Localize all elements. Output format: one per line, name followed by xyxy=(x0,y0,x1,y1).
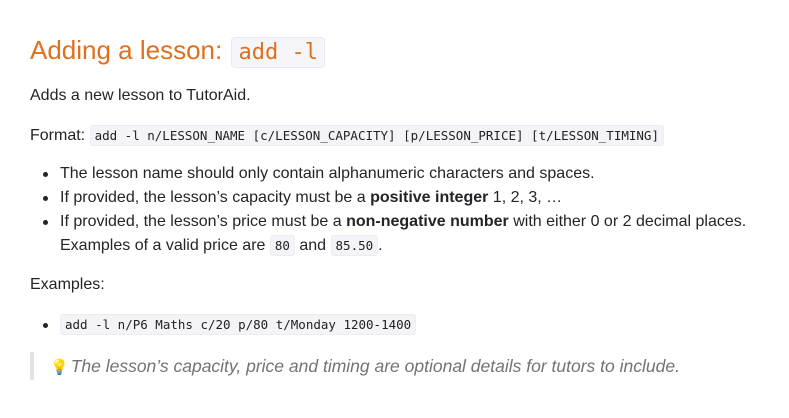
list-item: The lesson name should only contain alph… xyxy=(43,162,746,186)
bold-term: positive integer xyxy=(370,189,489,206)
price-example-code: 80 xyxy=(269,235,295,256)
example-command-code: add -l n/P6 Maths c/20 p/80 t/Monday 120… xyxy=(60,314,417,335)
bullet-dot xyxy=(43,323,48,328)
title-command-code: add -l xyxy=(231,37,325,68)
documentation-page: Adding a lesson: add -l Adds a new lesso… xyxy=(0,0,789,418)
title-text: Adding a lesson: xyxy=(30,35,230,65)
format-syntax-code: add -l n/LESSON_NAME [c/LESSON_CAPACITY]… xyxy=(89,125,664,146)
list-item: If provided, the lesson’s capacity must … xyxy=(43,186,746,210)
list-item: If provided, the lesson’s price must be … xyxy=(43,210,746,258)
price-example-code: 85.50 xyxy=(330,235,379,256)
examples-label: Examples: xyxy=(30,276,105,293)
notes-list: The lesson name should only contain alph… xyxy=(30,162,746,258)
examples-list: add -l n/P6 Maths c/20 p/80 t/Monday 120… xyxy=(30,313,417,337)
page-title: Adding a lesson: add -l xyxy=(30,31,325,72)
bold-term: non-negative number xyxy=(346,213,509,230)
lightbulb-icon: 💡 xyxy=(50,359,69,376)
list-item: add -l n/P6 Maths c/20 p/80 t/Monday 120… xyxy=(43,313,417,337)
format-line: Format: add -l n/LESSON_NAME [c/LESSON_C… xyxy=(30,124,664,148)
bullet-dot xyxy=(43,196,48,201)
bullet-dot xyxy=(43,220,48,225)
tip-blockquote: 💡 The lesson’s capacity, price and timing… xyxy=(30,352,730,380)
bullet-dot xyxy=(43,172,48,177)
description-text: Adds a new lesson to TutorAid. xyxy=(30,87,251,104)
tip-text: The lesson’s capacity, price and timing … xyxy=(70,356,680,376)
format-label: Format: xyxy=(30,127,90,144)
